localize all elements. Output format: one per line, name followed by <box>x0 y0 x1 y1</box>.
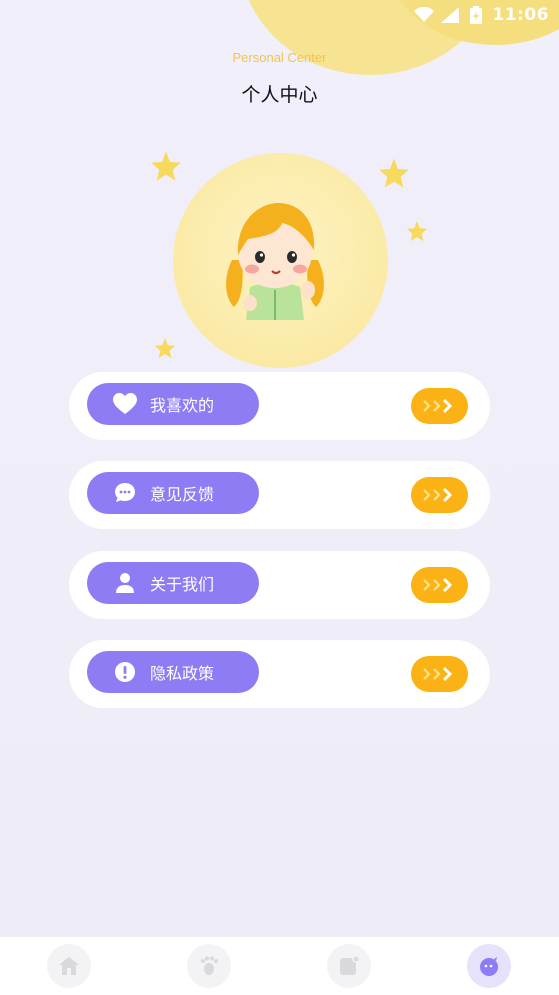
menu-label: 意见反馈 <box>150 485 215 504</box>
menu-item-about[interactable]: 关于我们 <box>69 551 490 619</box>
star-icon <box>154 337 176 359</box>
triple-chevron-icon <box>422 398 452 414</box>
nav-footprint[interactable] <box>187 944 231 988</box>
bottom-nav <box>0 936 559 995</box>
star-icon <box>151 151 181 181</box>
triple-chevron-icon <box>422 487 452 503</box>
menu-label: 我喜欢的 <box>150 396 215 415</box>
alert-icon <box>112 659 138 685</box>
status-bar: 11:06 <box>359 0 559 30</box>
home-icon <box>59 957 79 975</box>
star-icon <box>379 158 409 188</box>
person-icon <box>112 570 138 596</box>
menu-label: 隐私政策 <box>150 664 215 683</box>
menu-item-feedback[interactable]: 意见反馈 <box>69 461 490 529</box>
menu-pill: 我喜欢的 <box>87 383 259 425</box>
go-button[interactable] <box>411 567 468 603</box>
wifi-icon <box>414 6 435 24</box>
signal-icon <box>440 6 460 24</box>
chat-bubble-icon <box>112 480 138 506</box>
page-subtitle: Personal Center <box>232 50 327 65</box>
triple-chevron-icon <box>422 666 452 682</box>
nav-profile[interactable] <box>467 944 511 988</box>
menu-pill: 关于我们 <box>87 562 259 604</box>
girl-avatar <box>226 203 324 320</box>
heart-icon <box>112 391 138 417</box>
menu-item-favorites[interactable]: 我喜欢的 <box>69 372 490 440</box>
go-button[interactable] <box>411 477 468 513</box>
battery-icon <box>466 6 486 24</box>
footprint-icon <box>201 956 218 975</box>
nav-note[interactable] <box>327 944 371 988</box>
page-title: 个人中心 <box>241 84 318 106</box>
nav-home[interactable] <box>47 944 91 988</box>
note-icon <box>340 955 360 975</box>
menu-pill: 隐私政策 <box>87 651 259 693</box>
status-time: 11:06 <box>492 5 549 25</box>
go-button[interactable] <box>411 656 468 692</box>
avatar-area <box>150 145 428 375</box>
menu-label: 关于我们 <box>150 575 215 594</box>
menu-pill: 意见反馈 <box>87 472 259 514</box>
star-icon <box>406 220 428 242</box>
triple-chevron-icon <box>422 577 452 593</box>
menu-item-privacy[interactable]: 隐私政策 <box>69 640 490 708</box>
go-button[interactable] <box>411 388 468 424</box>
profile-face-icon <box>480 957 498 976</box>
